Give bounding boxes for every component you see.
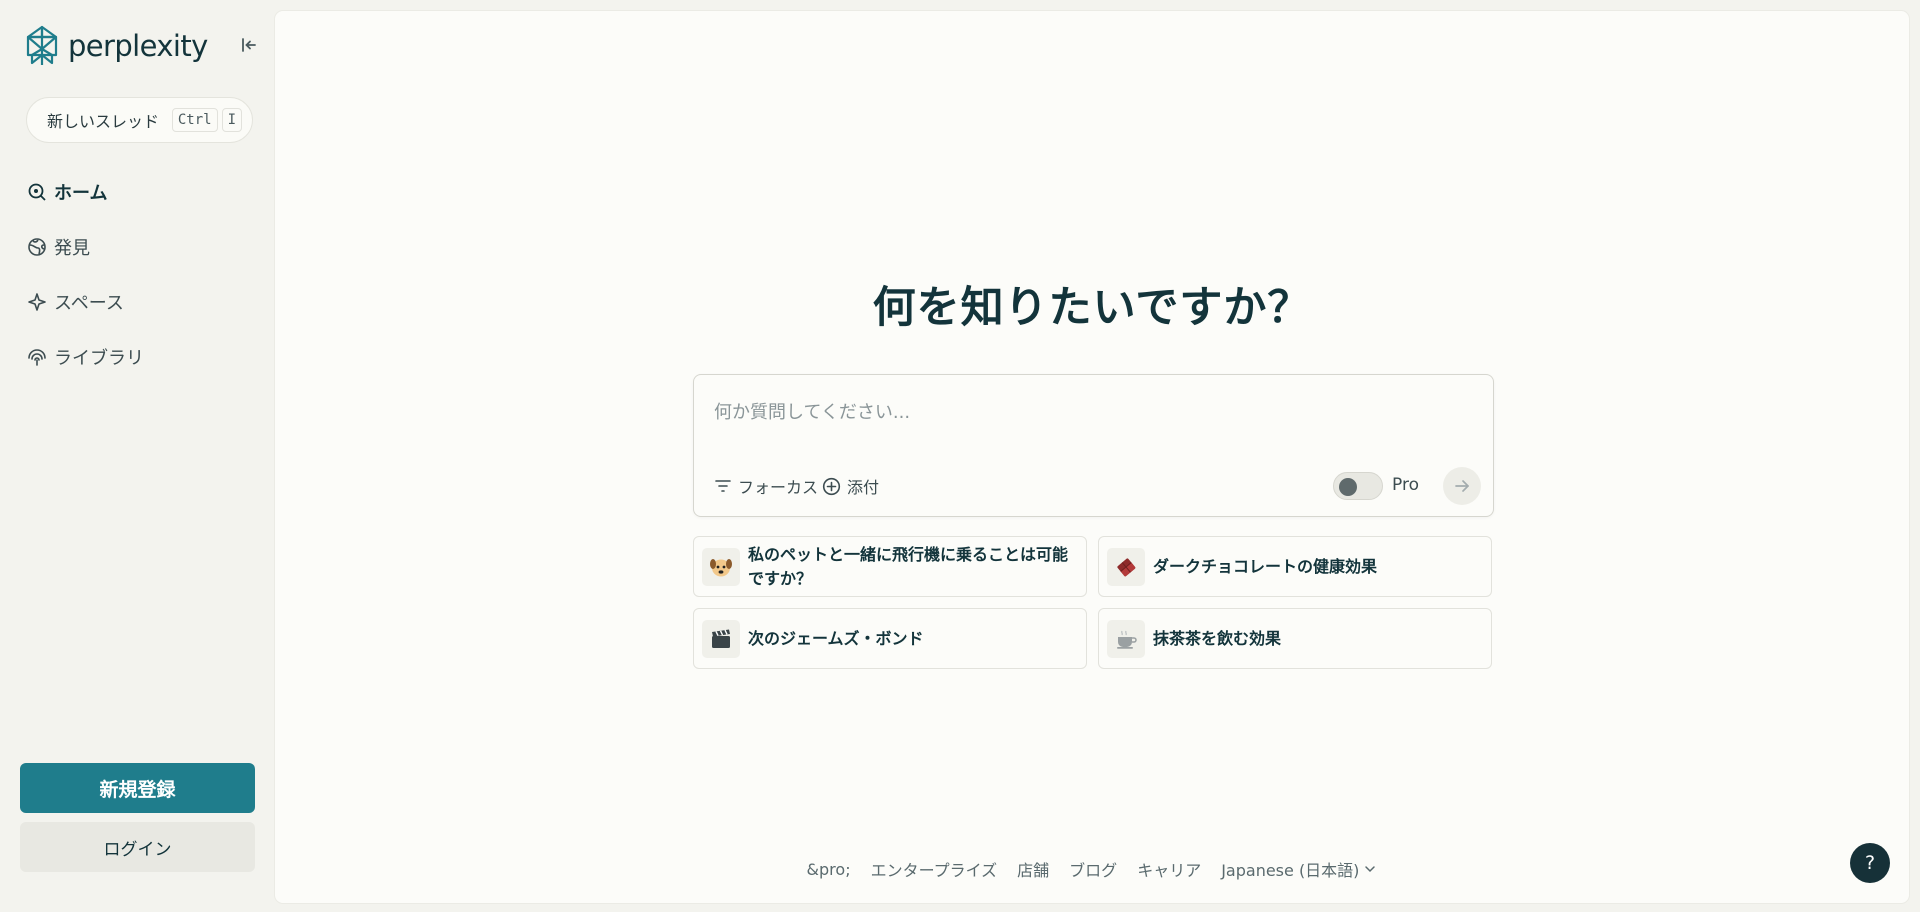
sidebar-nav: ホーム 発見 スペース ライブラリ <box>26 164 256 384</box>
sidebar-item-discover[interactable]: 発見 <box>26 219 256 274</box>
tea-icon <box>1107 619 1145 658</box>
suggestion-card-chocolate[interactable]: ダークチョコレートの健康効果 <box>1098 536 1492 597</box>
plus-circle-icon <box>822 477 841 495</box>
help-button[interactable]: ? <box>1850 843 1890 883</box>
suggestion-text: ダークチョコレートの健康効果 <box>1153 556 1378 576</box>
dog-icon <box>702 547 740 586</box>
suggestion-text: 抹茶茶を飲む効果 <box>1153 628 1282 648</box>
suggestion-card-bond[interactable]: 次のジェームズ・ボンド <box>693 608 1087 669</box>
sidebar-item-home[interactable]: ホーム <box>26 164 256 219</box>
home-search-icon <box>26 181 48 203</box>
language-label: Japanese (日本語) <box>1221 861 1360 880</box>
shortcut-key-i: I <box>221 108 242 132</box>
language-selector[interactable]: Japanese (日本語) <box>1221 857 1377 881</box>
new-thread-button[interactable]: 新しいスレッド Ctrl I <box>26 97 253 143</box>
new-thread-label: 新しいスレッド <box>47 112 160 131</box>
focus-button[interactable]: フォーカス <box>714 471 818 501</box>
globe-icon <box>26 236 48 258</box>
page-title: 何を知りたいですか？ <box>872 283 1312 333</box>
logo[interactable]: perplexity <box>24 24 264 68</box>
footer-link-pro[interactable]: &pro; <box>807 860 851 879</box>
footer: &pro; エンタープライズ 店舗 ブログ キャリア Japanese (日本語… <box>275 857 1909 881</box>
perplexity-logo-icon <box>26 25 58 65</box>
footer-link-blog[interactable]: ブログ <box>1069 857 1117 881</box>
sparkle-icon <box>26 291 48 313</box>
sidebar: perplexity 新しいスレッド Ctrl I ホーム 発見 スペース ライ… <box>0 0 275 912</box>
logo-wordmark: perplexity <box>68 29 208 63</box>
footer-link-careers[interactable]: キャリア <box>1137 857 1201 881</box>
signup-button[interactable]: 新規登録 <box>20 763 255 813</box>
filter-icon <box>715 480 731 492</box>
clapper-board-icon <box>702 619 740 658</box>
pro-label: Pro <box>1392 475 1419 495</box>
login-button[interactable]: ログイン <box>20 822 255 872</box>
sidebar-item-spaces[interactable]: スペース <box>26 274 256 329</box>
arrow-right-icon <box>1455 480 1469 492</box>
ask-box: フォーカス 添付 Pro <box>693 374 1494 517</box>
footer-link-store[interactable]: 店舗 <box>1017 857 1049 881</box>
suggestion-text: 次のジェームズ・ボンド <box>748 628 924 648</box>
collapse-left-icon <box>242 38 256 52</box>
toggle-knob <box>1339 478 1357 496</box>
chocolate-icon <box>1107 547 1145 586</box>
library-icon <box>26 346 48 368</box>
pro-toggle[interactable] <box>1333 472 1383 500</box>
app-window: perplexity 新しいスレッド Ctrl I ホーム 発見 スペース ライ… <box>0 0 1920 912</box>
main-panel: 何を知りたいですか？ フォーカス 添付 Pro 私のペットと一 <box>275 11 1909 903</box>
sidebar-item-label: ライブラリ <box>54 347 144 369</box>
sidebar-item-label: 発見 <box>54 237 90 259</box>
suggestion-text: 私のペットと一緒に飛行機に乗ることは可能ですか？ <box>748 544 1069 588</box>
focus-label: フォーカス <box>738 478 819 497</box>
submit-button[interactable] <box>1443 467 1481 505</box>
shortcut-key-ctrl: Ctrl <box>171 108 218 132</box>
sidebar-item-label: スペース <box>54 292 124 314</box>
suggestion-card-pet[interactable]: 私のペットと一緒に飛行機に乗ることは可能ですか？ <box>693 536 1087 597</box>
sidebar-item-library[interactable]: ライブラリ <box>26 329 256 384</box>
attach-label: 添付 <box>847 478 880 497</box>
sidebar-item-label: ホーム <box>54 182 108 204</box>
suggestion-card-matcha[interactable]: 抹茶茶を飲む効果 <box>1098 608 1492 669</box>
search-input[interactable] <box>714 397 1454 427</box>
collapse-sidebar-button[interactable] <box>236 32 262 58</box>
chevron-down-icon <box>1365 866 1376 873</box>
footer-link-enterprise[interactable]: エンタープライズ <box>871 857 998 881</box>
attach-button[interactable]: 添付 <box>822 471 879 501</box>
